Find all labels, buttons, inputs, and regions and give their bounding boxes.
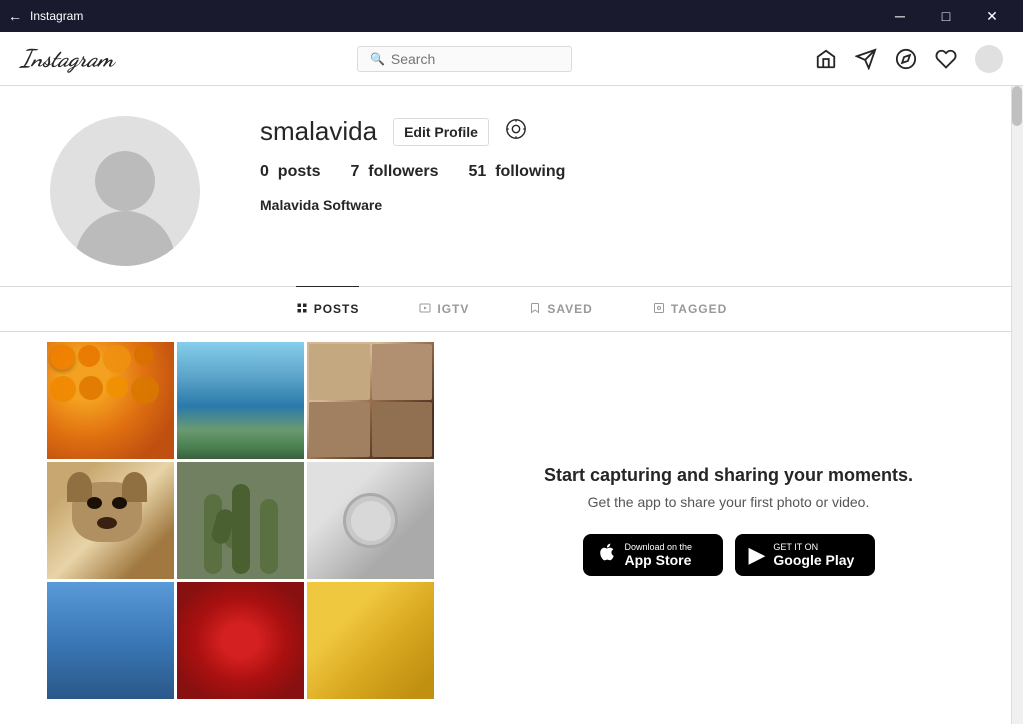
search-icon: 🔍 xyxy=(370,52,385,66)
grid-image-baby xyxy=(307,462,434,579)
posts-label: posts xyxy=(278,163,321,180)
app-store-text: Download on the App Store xyxy=(625,542,693,568)
followers-stat[interactable]: 7 followers xyxy=(350,163,438,181)
grid-image-flowers xyxy=(177,582,304,699)
grid-cell-oranges[interactable] xyxy=(47,342,174,459)
tab-posts[interactable]: POSTS xyxy=(296,286,360,331)
grid-cell-ocean[interactable] xyxy=(177,342,304,459)
profile-display-name: Malavida Software xyxy=(260,197,973,213)
grid-image-ferris xyxy=(47,582,174,699)
google-play-text: GET IT ON Google Play xyxy=(773,542,854,568)
tab-saved-label: SAVED xyxy=(547,302,592,316)
grid-cell-dog[interactable] xyxy=(47,462,174,579)
profile-avatar xyxy=(50,116,200,266)
following-label: following xyxy=(495,163,565,180)
app-buttons: Download on the App Store ▶ GET IT ON Go… xyxy=(583,534,875,576)
google-play-button[interactable]: ▶ GET IT ON Google Play xyxy=(735,534,875,576)
search-box[interactable]: 🔍 xyxy=(357,46,572,72)
promo-title: Start capturing and sharing your moments… xyxy=(544,465,913,486)
title-bar-left: ← Instagram xyxy=(8,8,83,24)
grid-cell-baby[interactable] xyxy=(307,462,434,579)
profile-top-row: smalavida Edit Profile xyxy=(260,116,973,147)
grid-cell-flowers[interactable] xyxy=(177,582,304,699)
scroll-area[interactable]: smalavida Edit Profile 0 posts 7 followe… xyxy=(0,86,1023,724)
grid-cell-photos[interactable] xyxy=(307,342,434,459)
apple-icon xyxy=(597,542,617,568)
nav-icons xyxy=(815,45,1003,73)
avatar-silhouette xyxy=(50,116,200,266)
maximize-button[interactable]: □ xyxy=(923,0,969,32)
minimize-button[interactable]: ─ xyxy=(877,0,923,32)
grid-cell-cactus[interactable] xyxy=(177,462,304,579)
profile-username: smalavida xyxy=(260,116,377,147)
top-nav: Instagram 🔍 xyxy=(0,32,1023,86)
tab-tagged-label: TAGGED xyxy=(671,302,727,316)
tab-igtv-label: IGTV xyxy=(437,302,469,316)
instagram-logo: Instagram xyxy=(20,44,114,73)
tab-tagged[interactable]: TAGGED xyxy=(653,286,727,331)
photo-grid xyxy=(47,342,434,699)
tab-saved[interactable]: SAVED xyxy=(529,286,592,331)
profile-stats: 0 posts 7 followers 51 following xyxy=(260,163,973,181)
posts-count: 0 xyxy=(260,163,269,180)
nav-avatar[interactable] xyxy=(975,45,1003,73)
heart-icon[interactable] xyxy=(935,48,957,70)
promo-panel: Start capturing and sharing your moments… xyxy=(434,342,1023,699)
close-button[interactable]: ✕ xyxy=(969,0,1015,32)
title-bar: ← Instagram ─ □ ✕ xyxy=(0,0,1023,32)
grid-cell-cat[interactable] xyxy=(307,582,434,699)
posts-tab-icon xyxy=(296,301,308,317)
edit-profile-button[interactable]: Edit Profile xyxy=(393,118,489,146)
explore-icon[interactable] xyxy=(895,48,917,70)
following-stat[interactable]: 51 following xyxy=(469,163,566,181)
grid-image-oranges xyxy=(47,342,174,459)
profile-section: smalavida Edit Profile 0 posts 7 followe… xyxy=(0,86,1023,286)
grid-image-photos xyxy=(307,342,434,459)
google-play-main: Google Play xyxy=(773,552,854,568)
app-store-main: App Store xyxy=(625,552,693,568)
scrollbar-thumb[interactable] xyxy=(1012,86,1022,126)
grid-cell-ferris[interactable] xyxy=(47,582,174,699)
home-icon[interactable] xyxy=(815,48,837,70)
saved-tab-icon xyxy=(529,301,541,317)
profile-tabs: POSTS IGTV SAVED TAGGED xyxy=(0,287,1023,332)
app-title: Instagram xyxy=(30,9,83,23)
promo-subtitle: Get the app to share your first photo or… xyxy=(588,494,870,510)
grid-image-cat xyxy=(307,582,434,699)
profile-info: smalavida Edit Profile 0 posts 7 followe… xyxy=(260,116,973,213)
search-input[interactable] xyxy=(391,51,559,67)
title-bar-controls: ─ □ ✕ xyxy=(877,0,1015,32)
avatar-body xyxy=(75,211,175,266)
google-play-icon: ▶ xyxy=(749,542,766,568)
igtv-tab-icon xyxy=(419,301,431,317)
grid-image-dog xyxy=(47,462,174,579)
avatar-head xyxy=(95,151,155,211)
settings-icon[interactable] xyxy=(505,118,527,146)
grid-image-cactus xyxy=(177,462,304,579)
app-store-sub: Download on the xyxy=(625,542,693,552)
grid-image-ocean xyxy=(177,342,304,459)
followers-count: 7 xyxy=(350,163,359,180)
tab-posts-label: POSTS xyxy=(314,302,360,316)
tagged-tab-icon xyxy=(653,301,665,317)
app-store-button[interactable]: Download on the App Store xyxy=(583,534,723,576)
back-button[interactable]: ← xyxy=(8,8,22,24)
following-count: 51 xyxy=(469,163,487,180)
google-play-sub: GET IT ON xyxy=(773,542,854,552)
main-content: Start capturing and sharing your moments… xyxy=(0,332,1023,709)
followers-label: followers xyxy=(368,163,438,180)
tab-igtv[interactable]: IGTV xyxy=(419,286,469,331)
send-icon[interactable] xyxy=(855,48,877,70)
posts-stat: 0 posts xyxy=(260,163,320,181)
scrollbar-track[interactable] xyxy=(1011,86,1023,724)
page-wrapper: ← Instagram ─ □ ✕ Instagram 🔍 xyxy=(0,0,1023,724)
